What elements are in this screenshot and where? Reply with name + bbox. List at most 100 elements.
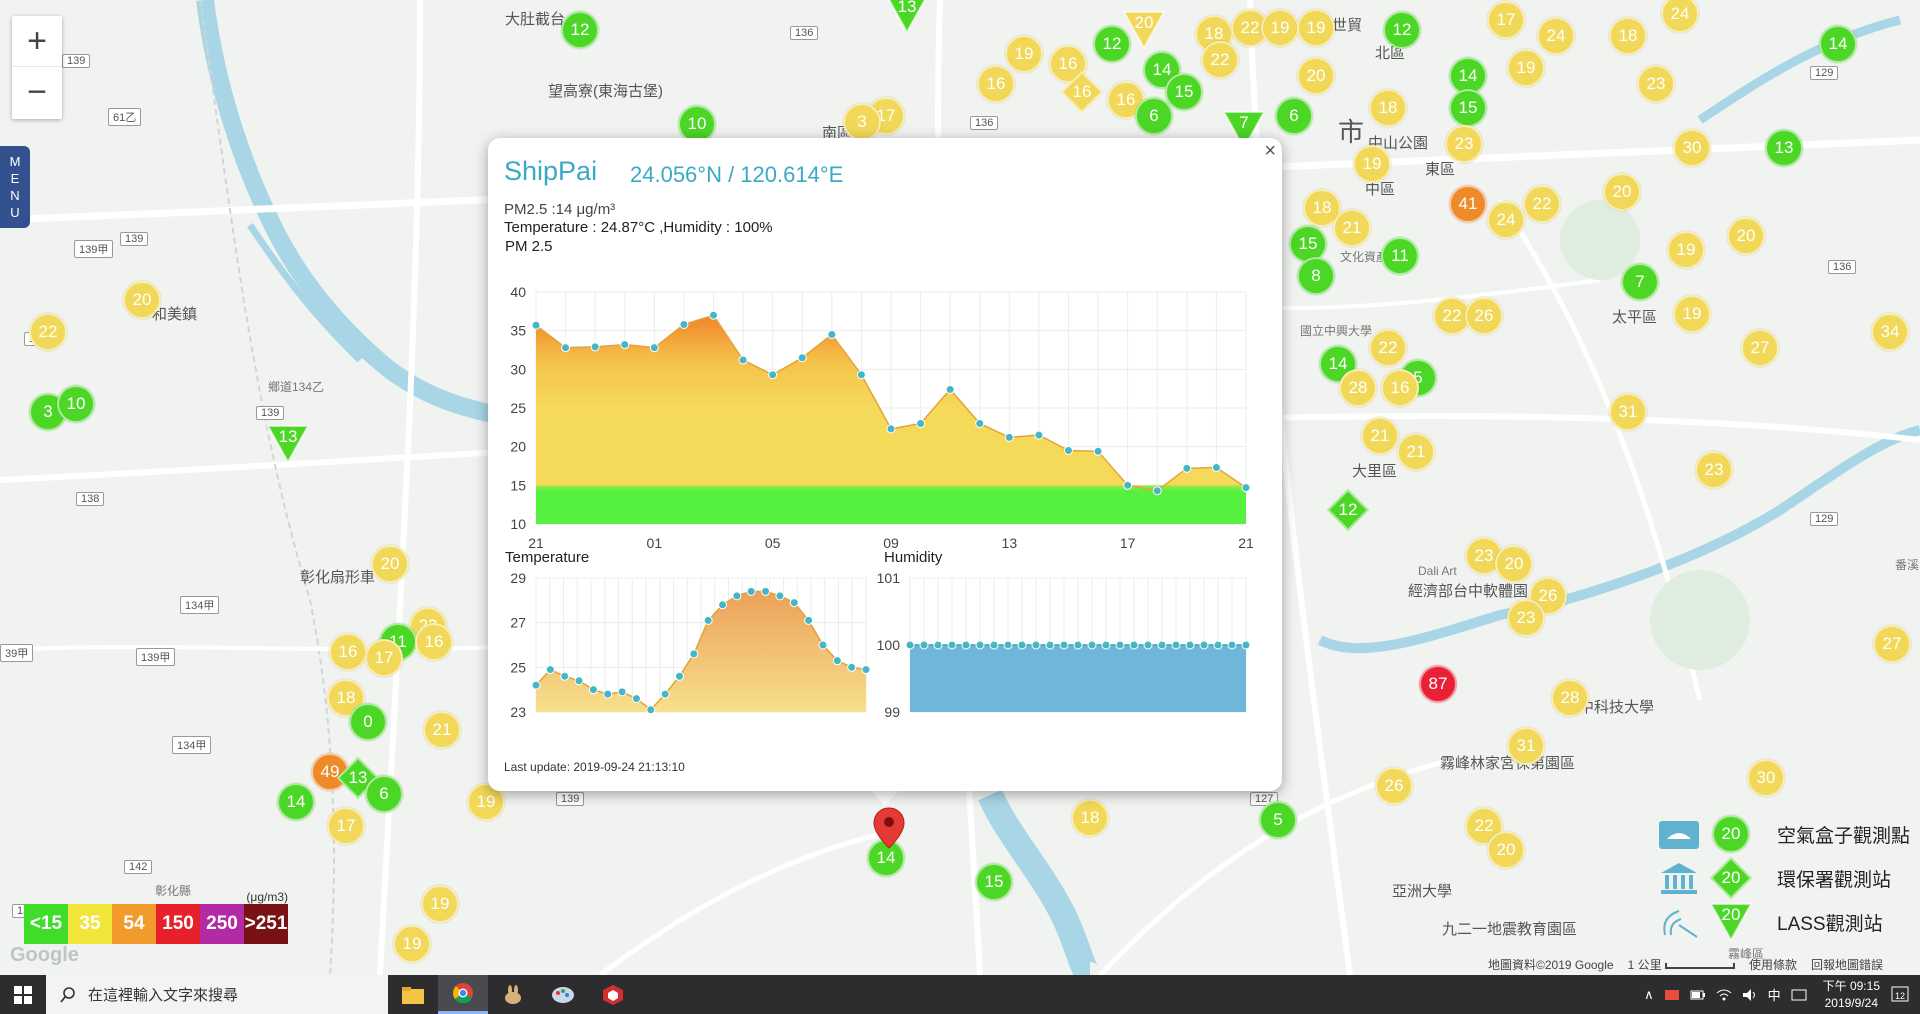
- app-icon-3[interactable]: [488, 975, 538, 1014]
- sensor-marker[interactable]: 20: [371, 545, 409, 583]
- sensor-marker[interactable]: 19: [1507, 49, 1545, 87]
- sensor-marker[interactable]: 20: [1495, 545, 1533, 583]
- sensor-marker[interactable]: 30: [1673, 129, 1711, 167]
- sensor-marker[interactable]: 20: [1122, 10, 1166, 50]
- sensor-marker[interactable]: 15: [1165, 73, 1203, 111]
- terms-link[interactable]: 使用條款: [1749, 956, 1797, 973]
- sensor-marker[interactable]: 13: [885, 0, 929, 34]
- sensor-marker[interactable]: 6: [1135, 97, 1173, 135]
- sensor-marker[interactable]: 34: [1871, 313, 1909, 351]
- wifi-icon[interactable]: [1716, 988, 1732, 1002]
- sensor-marker[interactable]: 26: [1465, 297, 1503, 335]
- sensor-marker[interactable]: 19: [1353, 145, 1391, 183]
- sensor-marker[interactable]: 23: [1445, 125, 1483, 163]
- sensor-marker[interactable]: 21: [423, 711, 461, 749]
- sensor-marker[interactable]: 21: [1397, 433, 1435, 471]
- report-error-link[interactable]: 回報地圖錯誤: [1811, 956, 1883, 973]
- sensor-marker[interactable]: 19: [1297, 9, 1335, 47]
- sensor-marker[interactable]: 18: [1369, 89, 1407, 127]
- sensor-marker[interactable]: 8: [1297, 257, 1335, 295]
- sensor-marker[interactable]: 19: [393, 925, 431, 963]
- taskbar-search[interactable]: 在這裡輸入文字來搜尋: [46, 975, 388, 1014]
- sensor-marker[interactable]: 22: [29, 313, 67, 351]
- sensor-marker[interactable]: 20: [1727, 217, 1765, 255]
- sensor-marker[interactable]: 13: [1765, 129, 1803, 167]
- sensor-marker[interactable]: 28: [1339, 369, 1377, 407]
- sensor-marker[interactable]: 31: [1609, 393, 1647, 431]
- popup-close-button[interactable]: ×: [1264, 140, 1276, 163]
- sensor-marker[interactable]: 20: [1297, 57, 1335, 95]
- sensor-marker[interactable]: 19: [421, 885, 459, 923]
- sensor-marker[interactable]: 30: [1747, 759, 1785, 797]
- sensor-marker[interactable]: 18: [1071, 799, 1109, 837]
- sensor-marker[interactable]: 27: [1741, 329, 1779, 367]
- sensor-marker[interactable]: 20: [1603, 173, 1641, 211]
- sensor-marker[interactable]: 12: [1383, 11, 1421, 49]
- sensor-marker[interactable]: 19: [1667, 231, 1705, 269]
- sensor-marker[interactable]: 21: [1333, 209, 1371, 247]
- sensor-marker[interactable]: 31: [1507, 727, 1545, 765]
- sensor-marker[interactable]: 16: [977, 65, 1015, 103]
- sensor-marker[interactable]: 15: [975, 863, 1013, 901]
- sensor-marker[interactable]: 14: [1819, 25, 1857, 63]
- sensor-marker[interactable]: 23: [1637, 65, 1675, 103]
- start-button[interactable]: [0, 975, 46, 1014]
- sensor-marker[interactable]: 20: [1709, 856, 1753, 900]
- sensor-marker[interactable]: 20: [123, 281, 161, 319]
- sensor-marker[interactable]: 6: [365, 775, 403, 813]
- sensor-marker[interactable]: 0: [349, 703, 387, 741]
- sensor-marker[interactable]: 14: [277, 783, 315, 821]
- chevron-up-icon[interactable]: ∧: [1644, 987, 1654, 1003]
- battery-icon[interactable]: [1690, 988, 1706, 1002]
- clock[interactable]: 下午 09:15 2019/9/24: [1823, 978, 1880, 1012]
- sensor-marker[interactable]: 15: [1449, 89, 1487, 127]
- zoom-in-button[interactable]: +: [12, 16, 62, 67]
- sensor-marker[interactable]: 26: [1375, 767, 1413, 805]
- sensor-marker[interactable]: 22: [1523, 185, 1561, 223]
- sensor-marker[interactable]: 27: [1873, 625, 1911, 663]
- sensor-marker[interactable]: 12: [1326, 488, 1370, 532]
- sensor-marker[interactable]: 3: [843, 103, 881, 141]
- menu-button[interactable]: MENU: [0, 146, 30, 228]
- sensor-marker[interactable]: 18: [1609, 17, 1647, 55]
- file-explorer-app[interactable]: [388, 975, 438, 1014]
- sensor-marker[interactable]: 41: [1449, 185, 1487, 223]
- sensor-marker[interactable]: 21: [1361, 417, 1399, 455]
- sensor-marker[interactable]: 13: [266, 424, 310, 464]
- sensor-marker[interactable]: 19: [1005, 35, 1043, 73]
- sensor-marker[interactable]: 16: [329, 633, 367, 671]
- sensor-marker[interactable]: 20: [1709, 902, 1753, 942]
- security-icon[interactable]: [1664, 988, 1680, 1002]
- notification-icon[interactable]: 12: [1890, 985, 1912, 1005]
- sensor-marker[interactable]: 5: [1259, 801, 1297, 839]
- sensor-marker[interactable]: 10: [57, 385, 95, 423]
- sensor-marker[interactable]: 11: [1381, 237, 1419, 275]
- sensor-marker[interactable]: 6: [1275, 97, 1313, 135]
- chrome-app[interactable]: [438, 975, 488, 1014]
- sensor-marker[interactable]: 24: [1487, 201, 1525, 239]
- sensor-marker[interactable]: 7: [1621, 263, 1659, 301]
- sensor-marker[interactable]: 17: [327, 807, 365, 845]
- sensor-marker[interactable]: 17: [1487, 1, 1525, 39]
- sensor-marker[interactable]: 23: [1507, 599, 1545, 637]
- sensor-marker[interactable]: 22: [1369, 329, 1407, 367]
- sensor-marker[interactable]: 28: [1551, 679, 1589, 717]
- sensor-marker[interactable]: 20: [1487, 831, 1525, 869]
- sensor-marker[interactable]: 19: [1673, 295, 1711, 333]
- sensor-marker[interactable]: 23: [1695, 451, 1733, 489]
- sensor-marker[interactable]: 87: [1419, 665, 1457, 703]
- ime-indicator[interactable]: 中: [1768, 985, 1781, 1004]
- sensor-marker[interactable]: 12: [561, 11, 599, 49]
- app-icon-5[interactable]: [588, 975, 638, 1014]
- zoom-out-button[interactable]: −: [12, 67, 62, 118]
- sensor-marker[interactable]: 22: [1201, 41, 1239, 79]
- sensor-marker[interactable]: 17: [365, 639, 403, 677]
- volume-icon[interactable]: [1742, 988, 1758, 1002]
- sensor-marker[interactable]: 16: [1060, 70, 1104, 114]
- sensor-marker[interactable]: 16: [1381, 369, 1419, 407]
- sensor-marker[interactable]: 19: [1261, 9, 1299, 47]
- sensor-marker[interactable]: 16: [415, 623, 453, 661]
- sensor-marker[interactable]: 24: [1537, 17, 1575, 55]
- app-icon-4[interactable]: [538, 975, 588, 1014]
- sensor-marker[interactable]: 20: [1712, 815, 1750, 853]
